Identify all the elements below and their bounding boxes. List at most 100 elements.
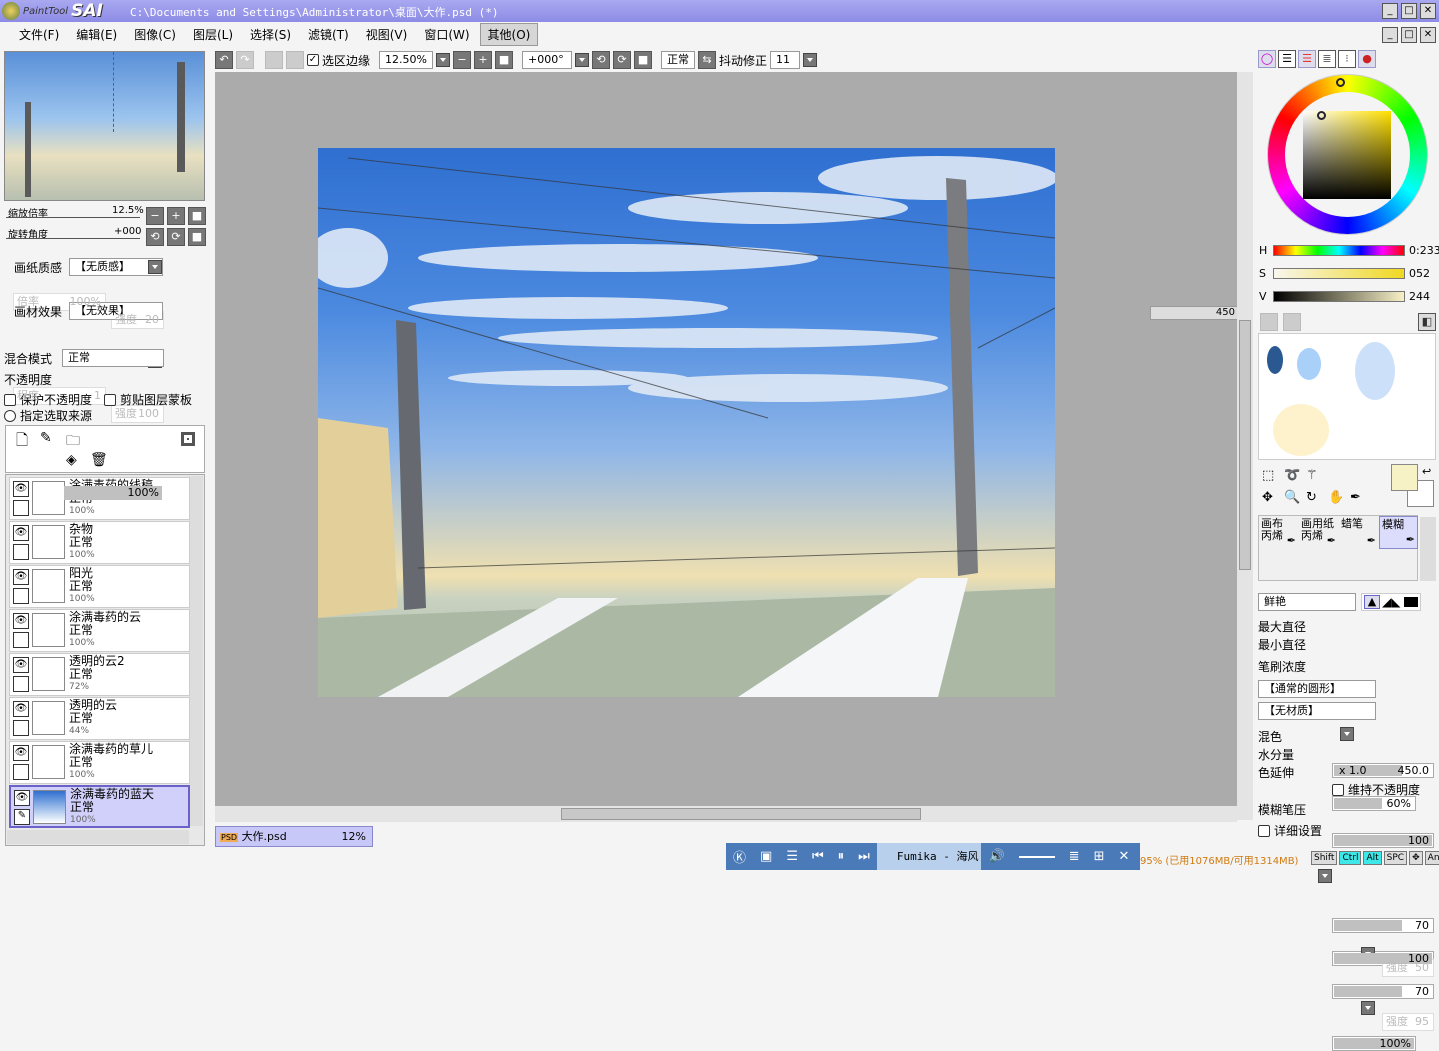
doc-restore-button[interactable]: □ [1401, 27, 1417, 43]
layer-item[interactable]: 👁 透明的云 正常 44% [9, 697, 190, 740]
view-mode-field[interactable]: 正常 [661, 51, 696, 69]
layer-item[interactable]: 👁 透明的云2 正常 72% [9, 653, 190, 696]
rotation-dropdown[interactable] [575, 53, 590, 67]
layer-lock-box[interactable] [13, 632, 29, 648]
nav-rotate-ccw-button[interactable]: ⟲ [146, 228, 164, 246]
nav-rotate-slider[interactable] [6, 238, 140, 239]
layer-lock-box[interactable] [13, 764, 29, 780]
detail-settings-checkbox[interactable] [1258, 824, 1270, 837]
menu-filter[interactable]: 滤镜(T) [301, 24, 356, 45]
stabilizer-field[interactable]: 11 [770, 51, 801, 69]
vscroll-thumb[interactable] [1239, 320, 1251, 570]
rgb-slider-tab[interactable]: ☰ [1278, 50, 1296, 68]
edge-medium-icon[interactable]: ◢◣ [1382, 595, 1400, 609]
brush-max-slider[interactable]: x 1.0 450.0 [1332, 763, 1434, 778]
layer-item[interactable]: 👁 ✎ 涂满毒药的蓝天 正常 100% [9, 785, 190, 828]
redo-button[interactable]: ↷ [236, 51, 254, 69]
swatches-tab[interactable]: ≣ [1318, 50, 1336, 68]
effect-strength-field[interactable]: 强度 100 [111, 405, 164, 423]
max-size-dropdown[interactable] [1318, 869, 1332, 883]
volume-slider[interactable] [1018, 855, 1055, 858]
hsv-slider-tab[interactable]: ☰ [1298, 50, 1316, 68]
nav-rotate-reset-button[interactable]: ■ [188, 228, 206, 246]
artwork-canvas[interactable] [318, 148, 1055, 697]
delete-layer-icon[interactable]: 🗑 [90, 452, 108, 468]
player-lyrics-icon[interactable]: ▣ [760, 849, 772, 864]
swap-colors-icon[interactable]: ↩ [1422, 465, 1431, 478]
player-logo-icon[interactable]: Ⓚ [733, 847, 746, 866]
maximize-button[interactable]: □ [1401, 3, 1417, 19]
visibility-eye-icon[interactable]: 👁 [13, 613, 29, 629]
layer-lock-box[interactable] [13, 500, 29, 516]
menu-image[interactable]: 图像(C) [127, 24, 183, 45]
rotate-tool-icon[interactable]: ↻ [1306, 490, 1317, 505]
menu-view[interactable]: 视图(V) [359, 24, 415, 45]
scratchpad[interactable] [1258, 333, 1436, 460]
brush-stretch-slider[interactable]: 70 [1332, 984, 1434, 999]
pause-icon[interactable]: ⏸ [838, 849, 845, 864]
blend-mode-select[interactable]: 正常 [62, 349, 164, 367]
layer-scrollbar[interactable] [189, 476, 203, 826]
palette-tab[interactable]: ⁝ [1338, 50, 1356, 68]
close-button[interactable]: ✕ [1420, 3, 1436, 19]
rotate-reset-button[interactable]: ■ [634, 51, 653, 69]
color-wheel-tab[interactable]: ◯ [1258, 50, 1276, 68]
brush-shape-select[interactable]: 【通常的圆形】 [1258, 680, 1376, 698]
canvas-hscrollbar[interactable] [215, 806, 1237, 822]
hue-marker[interactable] [1336, 78, 1345, 87]
layer-lock-box[interactable] [13, 588, 29, 604]
layer-item[interactable]: 👁 阳光 正常 100% [9, 565, 190, 608]
brush-tool-1[interactable]: 画用纸 丙烯 ✒ [1299, 516, 1338, 549]
saturation-value-square[interactable] [1303, 111, 1391, 199]
scratch-menu-button[interactable]: ◧ [1418, 313, 1436, 331]
brush-blur-slider[interactable]: 100% [1332, 1036, 1416, 1051]
new-vector-layer-icon[interactable]: ✎ [40, 430, 52, 446]
new-folder-icon[interactable]: 🗀 [66, 430, 80, 454]
mini-mode-icon[interactable]: ⊞ [1094, 849, 1105, 864]
invert-selection-button[interactable] [286, 51, 304, 69]
minimize-button[interactable]: _ [1382, 3, 1398, 19]
magic-wand-icon[interactable]: ⚚ [1306, 468, 1318, 483]
rotate-ccw-button[interactable]: ⟲ [592, 51, 611, 69]
eyedropper-icon[interactable]: ✒ [1350, 490, 1361, 505]
brush-texture-select[interactable]: 【无材质】 [1258, 702, 1376, 720]
menu-file[interactable]: 文件(F) [12, 24, 66, 45]
hand-icon[interactable]: ✋ [1328, 490, 1344, 505]
selection-edge-checkbox[interactable]: ✓ [307, 54, 319, 66]
layer-lock-box[interactable] [13, 720, 29, 736]
menu-layer[interactable]: 图层(L) [186, 24, 240, 45]
zoom-dropdown[interactable] [436, 53, 451, 67]
mask-icon[interactable] [181, 432, 195, 446]
new-layer-icon[interactable]: 🗋 [16, 430, 28, 455]
layer-hscrollbar[interactable] [7, 830, 189, 844]
saturation-slider[interactable] [1273, 268, 1405, 279]
zoom-in-button[interactable]: + [474, 51, 493, 69]
visibility-eye-icon[interactable]: 👁 [13, 745, 29, 761]
file-tab[interactable]: PSD 大作.psd 12% [215, 826, 373, 847]
brush-mode-select[interactable]: 鲜艳 [1258, 593, 1356, 611]
selection-source-radio[interactable] [4, 409, 16, 422]
menu-edit[interactable]: 编辑(E) [69, 24, 124, 45]
layer-lock-box[interactable] [13, 676, 29, 692]
volume-icon[interactable]: 🔊 [988, 849, 1004, 864]
undo-button[interactable]: ↶ [215, 51, 233, 69]
visibility-eye-icon[interactable]: 👁 [14, 790, 30, 806]
brush-texture-dropdown[interactable] [1361, 1001, 1375, 1015]
nav-rotate-cw-button[interactable]: ⟳ [167, 228, 185, 246]
doc-close-button[interactable]: ✕ [1420, 27, 1436, 43]
menu-other[interactable]: 其他(O) [479, 22, 539, 46]
lasso-icon[interactable]: ➰ [1284, 468, 1300, 483]
brush-tool-3[interactable]: 模糊 ✒ [1379, 516, 1418, 549]
keep-opacity-checkbox[interactable] [1332, 783, 1344, 796]
rotation-field[interactable]: +000° [522, 51, 573, 69]
visibility-eye-icon[interactable]: 👁 [13, 569, 29, 585]
nav-zoom-in-button[interactable]: + [167, 207, 185, 225]
zoom-field[interactable]: 12.50% [379, 51, 434, 69]
player-close-icon[interactable]: ✕ [1118, 849, 1129, 864]
zoom-tool-icon[interactable]: 🔍 [1284, 490, 1300, 505]
visibility-eye-icon[interactable]: 👁 [13, 657, 29, 673]
prev-track-icon[interactable]: ⏮ [812, 849, 824, 864]
doc-minimize-button[interactable]: _ [1382, 27, 1398, 43]
nav-zoom-reset-button[interactable]: ■ [188, 207, 206, 225]
canvas-vscrollbar[interactable] [1237, 72, 1253, 820]
